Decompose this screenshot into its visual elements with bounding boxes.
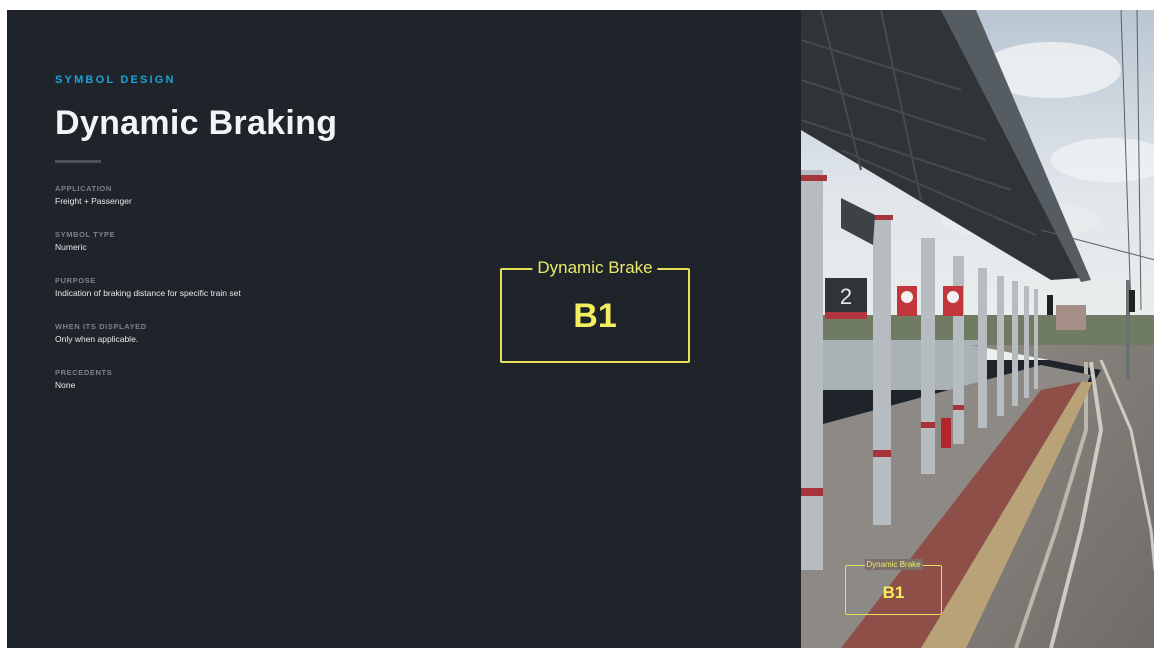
section-label: SYMBOL DESIGN [55, 74, 176, 86]
detail-when-displayed: WHEN ITS DISPLAYED Only when applicable. [55, 322, 455, 368]
detail-value: Only when applicable. [55, 334, 139, 344]
detail-label: WHEN ITS DISPLAYED [55, 322, 147, 331]
detail-precedents: PRECEDENTS None [55, 368, 455, 414]
dynamic-brake-symbol-overlay: Dynamic Brake B1 [845, 559, 942, 615]
details-list: APPLICATION Freight + Passenger SYMBOL T… [55, 184, 455, 414]
detail-label: PRECEDENTS [55, 368, 113, 377]
symbol-value: B1 [573, 297, 617, 335]
detail-value: Freight + Passenger [55, 196, 132, 206]
detail-value: Indication of braking distance for speci… [55, 288, 241, 298]
detail-label: SYMBOL TYPE [55, 230, 116, 239]
dynamic-brake-symbol: Dynamic Brake B1 [500, 258, 690, 363]
detail-symbol-type: SYMBOL TYPE Numeric [55, 230, 455, 276]
detail-label: APPLICATION [55, 184, 112, 193]
detail-purpose: PURPOSE Indication of braking distance f… [55, 276, 455, 322]
detail-value: Numeric [55, 242, 87, 252]
platform-photo: 2 Dynamic Brake B1 [801, 10, 1154, 648]
page-title: Dynamic Braking [55, 104, 338, 142]
symbol-caption: Dynamic Brake [864, 559, 923, 570]
detail-application: APPLICATION Freight + Passenger [55, 184, 455, 230]
detail-value: None [55, 380, 76, 390]
platform-scene-image: 2 [801, 10, 1154, 648]
platform-number: 2 [840, 284, 852, 309]
symbol-caption: Dynamic Brake [532, 258, 658, 278]
title-divider [55, 160, 101, 163]
symbol-value: B1 [882, 583, 905, 602]
slide: SYMBOL DESIGN Dynamic Braking APPLICATIO… [7, 10, 1154, 648]
detail-label: PURPOSE [55, 276, 96, 285]
